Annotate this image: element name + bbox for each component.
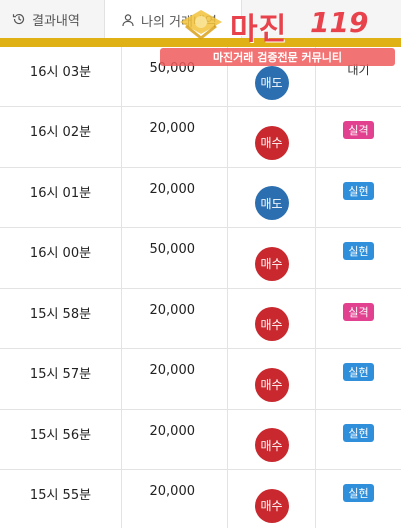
trade-result-cell: 실현	[316, 228, 401, 288]
tab-bar: 결과내역 나의 거래내역	[0, 0, 401, 40]
buy-badge: 매수	[254, 488, 289, 523]
trade-history-table: 16시 03분 50,000 매도 대기 16시 02분 20,000 매수 실격 16시 01…	[0, 47, 401, 528]
table-row: 15시 56분 20,000 매수 실현	[0, 409, 401, 470]
trade-side-cell: 매수	[228, 228, 316, 288]
result-badge: 실현	[343, 242, 374, 260]
tab-underline	[0, 38, 401, 47]
trade-side-cell: 매도	[228, 167, 316, 227]
trade-side-cell: 매수	[228, 288, 316, 348]
tab-my-trades[interactable]: 나의 거래내역	[104, 0, 242, 40]
table-row: 16시 03분 50,000 매도 대기	[0, 47, 401, 107]
trade-amount: 50,000	[122, 228, 228, 288]
result-badge: 실현	[343, 181, 374, 200]
buy-badge: 매수	[254, 428, 289, 463]
table-row: 16시 01분 20,000 매도 실현	[0, 167, 401, 228]
result-badge: 실현	[343, 484, 374, 502]
trade-side-cell: 매수	[228, 470, 316, 528]
tab-my-trades-label: 나의 거래내역	[141, 14, 217, 30]
trade-time: 15시 57분	[0, 349, 122, 409]
result-badge: 대기	[347, 63, 370, 77]
trade-amount: 20,000	[122, 470, 228, 528]
trade-result-cell: 실격	[316, 289, 401, 349]
trade-amount: 20,000	[122, 409, 228, 469]
table-row: 16시 00분 50,000 매수 실현	[0, 228, 401, 289]
result-badge: 실현	[343, 423, 374, 442]
trade-amount: 20,000	[122, 349, 228, 409]
table-row: 16시 02분 20,000 매수 실격	[0, 107, 401, 168]
trade-result-cell: 대기	[316, 47, 401, 106]
trade-time: 15시 55분	[0, 470, 122, 528]
trade-side-cell: 매수	[228, 409, 316, 469]
trade-time: 16시 02분	[0, 107, 122, 167]
result-badge: 실격	[343, 302, 374, 321]
buy-badge: 매수	[254, 246, 289, 281]
trade-amount: 20,000	[122, 107, 228, 167]
tab-result-history-label: 결과내역	[32, 13, 80, 29]
trade-time: 16시 03분	[0, 47, 122, 106]
trade-result-cell: 실현	[316, 470, 401, 528]
result-badge: 실격	[343, 121, 374, 139]
trade-side-cell: 매수	[228, 107, 316, 167]
trade-time: 16시 01분	[0, 167, 122, 227]
trade-amount: 20,000	[122, 167, 228, 227]
buy-badge: 매수	[254, 307, 289, 342]
trade-time: 15시 56분	[0, 409, 122, 469]
buy-badge: 매수	[254, 367, 289, 402]
trade-side-cell: 매도	[228, 47, 316, 106]
result-badge: 실현	[343, 363, 374, 381]
trade-time: 16시 00분	[0, 228, 122, 288]
trade-result-cell: 실격	[316, 107, 401, 167]
history-icon	[12, 12, 26, 26]
table-row: 15시 57분 20,000 매수 실현	[0, 349, 401, 410]
buy-badge: 매수	[254, 125, 289, 160]
sell-badge: 매도	[254, 186, 289, 221]
user-icon	[121, 13, 135, 27]
trade-result-cell: 실현	[316, 168, 401, 228]
trade-amount: 20,000	[122, 288, 228, 348]
sell-badge: 매도	[254, 65, 289, 100]
trade-result-cell: 실현	[316, 410, 401, 470]
table-row: 15시 58분 20,000 매수 실격	[0, 288, 401, 349]
trade-side-cell: 매수	[228, 349, 316, 409]
tab-result-history[interactable]: 결과내역	[0, 0, 104, 38]
table-row: 15시 55분 20,000 매수 실현	[0, 470, 401, 528]
trade-result-cell: 실현	[316, 349, 401, 409]
trade-amount: 50,000	[122, 47, 228, 106]
trade-time: 15시 58분	[0, 288, 122, 348]
